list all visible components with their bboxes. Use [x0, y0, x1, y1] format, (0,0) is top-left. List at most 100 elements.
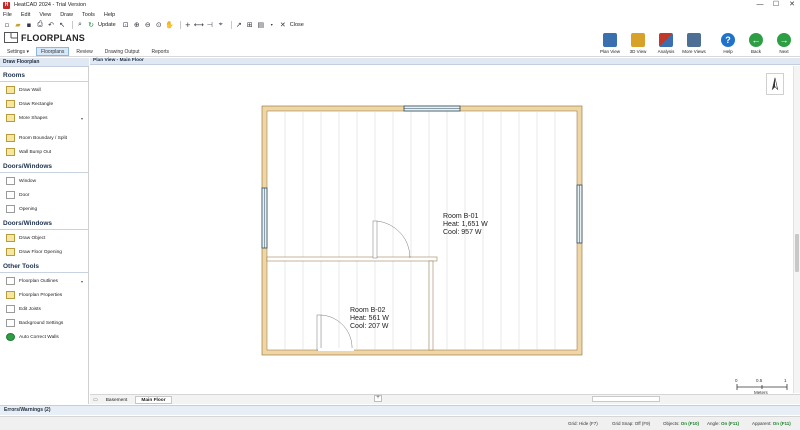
- align-icon[interactable]: ⊣: [206, 21, 214, 29]
- status-grid-snap[interactable]: Grid Snap: Off (F9): [612, 421, 650, 426]
- zoom-out-icon[interactable]: ⊖: [144, 21, 152, 29]
- tool-label: Draw Floor Opening: [19, 249, 62, 255]
- zoom-icon[interactable]: ⌕: [76, 20, 84, 29]
- menu-file[interactable]: File: [3, 12, 12, 18]
- tab-settings[interactable]: Settings ▾: [2, 47, 34, 56]
- floorplans-logo-icon: [4, 32, 18, 43]
- open-folder-icon[interactable]: ▰: [14, 21, 22, 29]
- chevron-down-icon: ▾: [26, 48, 29, 55]
- tab-basement[interactable]: Basement: [100, 396, 134, 404]
- menu-tools[interactable]: Tools: [82, 12, 95, 18]
- tool-floorplan-properties[interactable]: Floorplan Properties: [6, 290, 86, 300]
- back-button[interactable]: ← Back: [742, 31, 770, 56]
- plan-view-button[interactable]: Plan View: [596, 31, 624, 56]
- chevron-down-icon[interactable]: ▾: [268, 21, 276, 29]
- north-arrow-icon: [766, 73, 784, 95]
- section-doors-windows-objects: Doors/Windows: [3, 220, 53, 227]
- status-grid[interactable]: Grid: Hide (F7): [568, 421, 598, 426]
- menu-draw[interactable]: Draw: [60, 12, 73, 18]
- print-icon[interactable]: ⎙: [36, 20, 44, 29]
- 3d-view-label: 3D View: [629, 49, 647, 54]
- tool-more-shapes[interactable]: More Shapes ▾: [6, 113, 86, 123]
- status-objects[interactable]: Objects: On (F10): [663, 421, 699, 426]
- dimension-icon[interactable]: ⟷: [194, 21, 204, 29]
- menu-edit[interactable]: Edit: [21, 12, 30, 18]
- analysis-button[interactable]: Analysis: [652, 31, 680, 56]
- tool-auto-correct-walls[interactable]: Auto Correct Walls: [6, 332, 86, 342]
- tool-draw-floor-opening[interactable]: Draw Floor Opening: [6, 247, 86, 257]
- tab-review[interactable]: Review: [71, 47, 97, 56]
- section-divider: [0, 272, 89, 273]
- tool-label: Floorplan Properties: [19, 292, 63, 298]
- tool-wall-bump-out[interactable]: Wall Bump Out: [6, 147, 86, 157]
- scrollbar-thumb[interactable]: [795, 234, 799, 272]
- background-settings-icon: [6, 319, 15, 327]
- horizontal-scrollbar[interactable]: [592, 396, 660, 402]
- drawing-canvas[interactable]: Room B-01 Heat: 1,651 W Cool: 957 W Room…: [90, 66, 793, 393]
- 3d-view-button[interactable]: 3D View: [624, 31, 652, 56]
- refresh-icon[interactable]: ↻: [87, 21, 95, 29]
- draw-wall-icon: [6, 86, 15, 94]
- add-point-icon[interactable]: +: [184, 21, 192, 29]
- tool-draw-rectangle[interactable]: Draw Rectangle: [6, 99, 86, 109]
- status-angle[interactable]: Angle: On (F11): [707, 421, 739, 426]
- 3d-view-icon: [631, 33, 645, 47]
- tab-floorplans[interactable]: Floorplans: [35, 46, 70, 56]
- update-button[interactable]: Update: [98, 22, 116, 28]
- more-views-button[interactable]: More Views: [680, 31, 708, 56]
- tool-background-settings[interactable]: Background Settings: [6, 318, 86, 328]
- tab-drawing-output[interactable]: Drawing Output: [100, 47, 145, 56]
- tool-label: Background Settings: [19, 320, 64, 326]
- auto-correct-walls-icon: [6, 333, 15, 341]
- maximize-button[interactable]: ☐: [768, 0, 784, 10]
- tool-room-boundary[interactable]: Room Boundary / Split: [6, 133, 86, 143]
- room-b02-name: Room B-02: [350, 307, 386, 314]
- section-divider: [0, 81, 89, 82]
- tab-main-floor[interactable]: Main Floor: [135, 395, 172, 404]
- tool-door[interactable]: Door: [6, 190, 86, 200]
- menu-help[interactable]: Help: [104, 12, 115, 18]
- next-button[interactable]: → Next: [770, 31, 798, 56]
- add-floor-button[interactable]: +: [374, 395, 382, 402]
- tool-draw-wall[interactable]: Draw Wall: [6, 85, 86, 95]
- layers-icon[interactable]: ▤: [257, 21, 265, 29]
- snap-icon[interactable]: ⌖: [217, 20, 225, 29]
- undo-icon[interactable]: ↶: [47, 21, 55, 29]
- wall-bump-out-icon: [6, 148, 15, 156]
- next-label: Next: [779, 49, 789, 54]
- pointer-icon[interactable]: ↖: [58, 21, 66, 29]
- close-window-button[interactable]: ✕: [784, 0, 800, 10]
- tool-opening[interactable]: Opening: [6, 204, 86, 214]
- tool-edit-joists[interactable]: Edit Joists: [6, 304, 86, 314]
- vertical-scrollbar[interactable]: [793, 66, 800, 393]
- tool-label: Wall Bump Out: [19, 149, 52, 155]
- measure-icon[interactable]: ⊞: [246, 21, 254, 29]
- zoom-in-icon[interactable]: ⊕: [133, 21, 141, 29]
- minimize-button[interactable]: —: [752, 0, 768, 10]
- zoom-extents-icon[interactable]: ⊙: [155, 21, 163, 29]
- more-views-label: More Views: [682, 49, 706, 54]
- tool-label: Draw Wall: [19, 87, 41, 93]
- ribbon-buttons: Plan View 3D View Analysis More Views ? …: [596, 31, 798, 56]
- menu-view[interactable]: View: [39, 12, 51, 18]
- tool-draw-object[interactable]: Draw Object: [6, 233, 86, 243]
- ribbon: FLOORPLANS Settings ▾ Floorplans Review …: [0, 30, 800, 57]
- tool-floorplan-outlines[interactable]: Floorplan Outlines ▾: [6, 276, 86, 286]
- pan-hand-icon[interactable]: ✋: [165, 21, 174, 29]
- errors-warnings-bar[interactable]: Errors/Warnings (2): [0, 405, 800, 415]
- status-apparent[interactable]: Apparent: On (F11): [752, 421, 791, 426]
- line-tool-icon[interactable]: ↗: [235, 21, 243, 29]
- floor-tabs: ▭ Basement Main Floor: [90, 394, 800, 404]
- floorplan-drawing: Room B-01 Heat: 1,651 W Cool: 957 W Room…: [261, 105, 583, 356]
- close-view-button[interactable]: Close: [290, 22, 304, 28]
- save-icon[interactable]: ▪: [25, 21, 33, 29]
- tool-window[interactable]: Window: [6, 176, 86, 186]
- close-view-icon[interactable]: ✕: [279, 21, 287, 29]
- back-icon: ←: [749, 33, 763, 47]
- zoom-window-icon[interactable]: ⊡: [122, 21, 130, 29]
- tab-reports[interactable]: Reports: [147, 47, 175, 56]
- ribbon-title: FLOORPLANS: [21, 33, 85, 43]
- help-button[interactable]: ? Help: [714, 31, 742, 56]
- toolbar-separator: [179, 20, 181, 29]
- new-file-icon[interactable]: ▫: [3, 21, 11, 29]
